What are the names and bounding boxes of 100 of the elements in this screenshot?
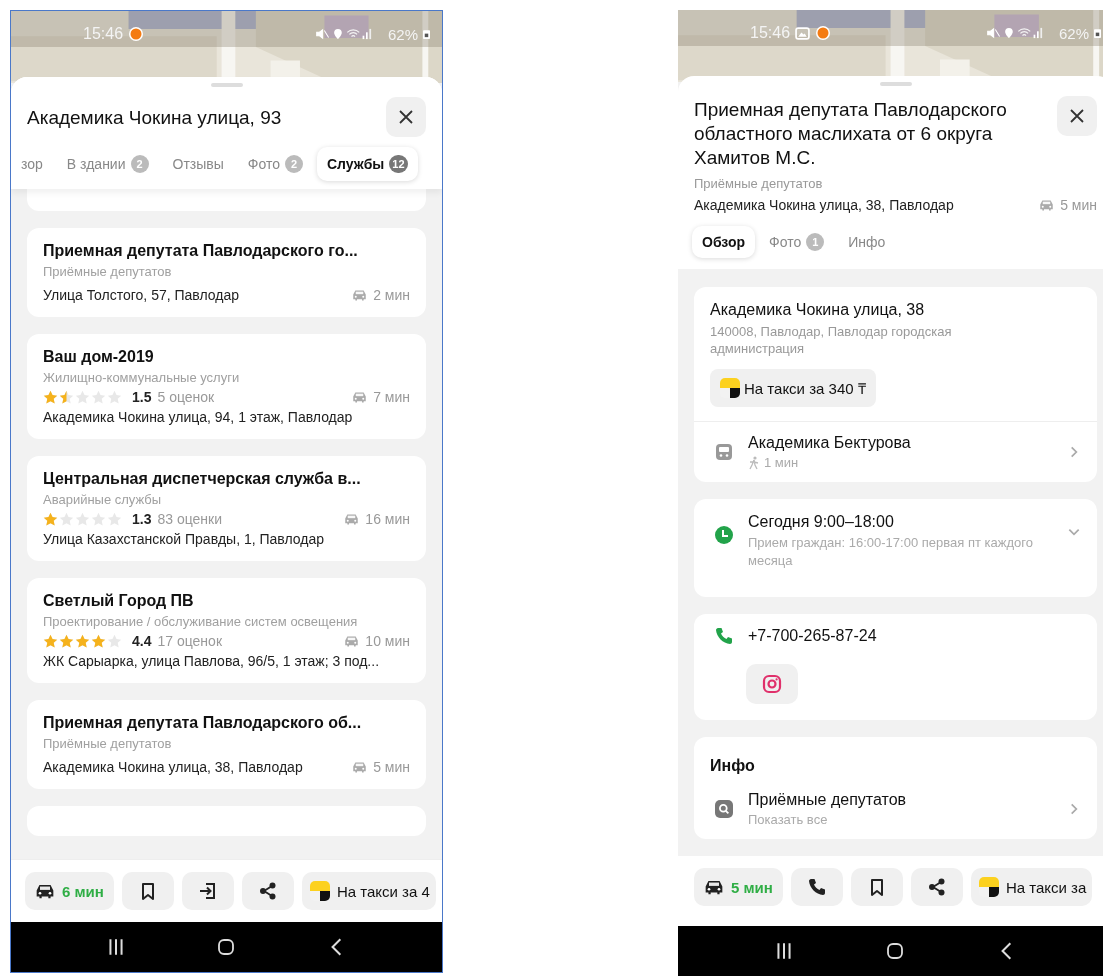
walk-time: 1 мин (764, 455, 799, 470)
share-icon (257, 881, 278, 901)
count-badge: 1 (806, 233, 825, 251)
section-heading: Инфо (709, 756, 756, 776)
rating-value: 4.4 (132, 633, 152, 649)
instagram-icon (762, 674, 782, 694)
car-icon (352, 391, 368, 403)
enter-button[interactable] (181, 872, 234, 910)
result-category: Приёмные депутатов (43, 736, 173, 751)
drag-handle[interactable] (210, 83, 243, 87)
hours-row[interactable]: Сегодня 9:00–18:00 Прием граждан: 16:00-17:00 первая пт каждого месяца (694, 499, 1097, 597)
star-icon (43, 633, 58, 649)
bus-icon (714, 442, 734, 462)
battery-level: 62% (1058, 24, 1089, 42)
tab[interactable]: Инфо (838, 226, 896, 258)
tab[interactable]: В здании 2 (56, 147, 159, 181)
rating-value: 1.5 (132, 389, 152, 405)
drag-handle[interactable] (879, 82, 912, 86)
result-name: Светлый Город ПВ (43, 592, 195, 610)
drive-time: 2 мин (373, 287, 410, 303)
star-icon (91, 633, 106, 649)
result-card[interactable]: Светлый Город ПВ Проектирование / обслуживание систем освещения 4.4 17 оценок 10 мин ЖК Сарыарка, улица Павлова, 96/5, 1 этаж; 3 под... (27, 578, 426, 683)
category-name: Приёмные депутатов (748, 791, 908, 809)
result-category: Аварийные службы (43, 492, 163, 507)
review-count: 17 оценок (157, 633, 222, 649)
result-card[interactable]: Ваш дом-2019 Жилищно-коммунальные услуги 1.5 5 оценок 7 мин Академика Чокина улица, 94, 1 этаж, Павлодар (27, 334, 426, 439)
hours-today: Сегодня 9:00–18:00 (748, 513, 895, 531)
place-category: Приёмные депутатов (693, 175, 824, 191)
transit-stop-row[interactable]: Академика Бектурова 1 мин (694, 422, 1097, 482)
search-icon (714, 799, 734, 819)
result-address: Улица Толстого, 57, Павлодар (43, 287, 239, 303)
result-card[interactable]: Приемная депутата Павлодарского об... Приёмные депутатов Академика Чокина улица, 38, Павлодар 5 мин (27, 700, 426, 789)
count-badge: 2 (285, 155, 303, 173)
review-count: 5 оценок (157, 389, 215, 405)
clock-icon (714, 525, 734, 545)
recent-apps-icon[interactable] (774, 941, 793, 961)
count-badge: 2 (130, 155, 149, 173)
count-badge: 12 (389, 155, 408, 173)
place-title: Приемная депутата Павлодарского областного маслихата от 6 округа Хамитов М.С. (694, 98, 1008, 170)
star-icon (43, 389, 58, 405)
status-time: 15:46 (83, 25, 124, 43)
recent-apps-icon[interactable] (107, 937, 126, 957)
battery-level: 62% (387, 25, 418, 43)
result-address: Академика Чокина улица, 38, Павлодар (43, 759, 303, 775)
tab[interactable]: Фото 1 (759, 225, 835, 259)
phone-number: +7-700-265-87-24 (748, 627, 878, 645)
car-icon (352, 289, 368, 301)
enter-icon (197, 881, 218, 901)
instagram-button[interactable] (746, 664, 798, 704)
phone-icon (806, 877, 827, 897)
battery-icon (1094, 28, 1101, 38)
taxi-logo-icon (309, 881, 330, 901)
result-category: Жилищно-коммунальные услуги (43, 370, 241, 385)
hours-note: Прием граждан: 16:00-17:00 первая пт каждого месяца (748, 534, 1034, 570)
taxi-button[interactable]: На такси за (970, 868, 1093, 906)
place-title: Академика Чокина улица, 93 (27, 107, 283, 129)
result-name: Приемная депутата Павлодарского го... (43, 242, 359, 260)
tab[interactable]: Службы 12 (317, 147, 418, 181)
app-notification-icon (815, 25, 832, 41)
bookmark-button[interactable] (121, 872, 174, 910)
result-card[interactable]: Приемная депутата Павлодарского го... Приёмные депутатов Улица Толстого, 57, Павлодар 2 мин (27, 228, 426, 317)
taxi-button[interactable]: На такси за 4 (301, 872, 436, 910)
taxi-logo-icon (978, 877, 999, 897)
close-icon (398, 109, 414, 125)
call-button[interactable] (790, 868, 843, 906)
close-button[interactable] (1057, 96, 1097, 136)
walking-person-icon (748, 455, 760, 470)
drive-time: 7 мин (373, 389, 410, 405)
tab[interactable]: Отзывы (162, 148, 234, 180)
car-icon (1039, 199, 1055, 211)
result-name: Центральная диспетчерская служба в... (43, 470, 362, 488)
taxi-button[interactable]: На такси за 340 ₸ (710, 369, 876, 407)
share-button[interactable] (910, 868, 963, 906)
bookmark-button[interactable] (850, 868, 903, 906)
car-icon (352, 761, 368, 773)
stop-name: Академика Бектурова (748, 434, 912, 452)
car-icon (704, 879, 724, 895)
tab[interactable]: Обзор (692, 226, 756, 258)
result-address: ЖК Сарыарка, улица Павлова, 96/5, 1 этаж; 3 под... (43, 653, 381, 669)
app-notification-icon (128, 26, 145, 42)
result-address: Академика Чокина улица, 94, 1 этаж, Павлодар (43, 409, 354, 425)
result-name: Ваш дом-2019 (43, 348, 155, 366)
close-button[interactable] (386, 97, 426, 137)
taxi-logo-icon (720, 378, 740, 398)
result-category: Приёмные депутатов (43, 264, 173, 279)
battery-icon (423, 29, 430, 39)
tab[interactable]: зор (11, 148, 53, 180)
result-address: Улица Казахстанской Правды, 1, Павлодар (43, 531, 326, 547)
drive-time: 16 мин (365, 511, 410, 527)
close-icon (1069, 108, 1085, 124)
drive-time: 5 мин (1060, 197, 1097, 213)
star-icon (43, 511, 58, 527)
result-card[interactable]: Центральная диспетчерская служба в... Аварийные службы 1.3 83 оценки 16 мин Улица Казахстанской Правды, 1, Павлодар (27, 456, 426, 561)
home-icon[interactable] (217, 937, 236, 957)
star-icon (75, 633, 90, 649)
car-icon (344, 513, 360, 525)
share-button[interactable] (241, 872, 294, 910)
tab[interactable]: Фото 2 (237, 147, 313, 181)
category-row[interactable]: Приёмные депутатов Показать все (694, 779, 1097, 839)
home-icon[interactable] (886, 941, 905, 961)
